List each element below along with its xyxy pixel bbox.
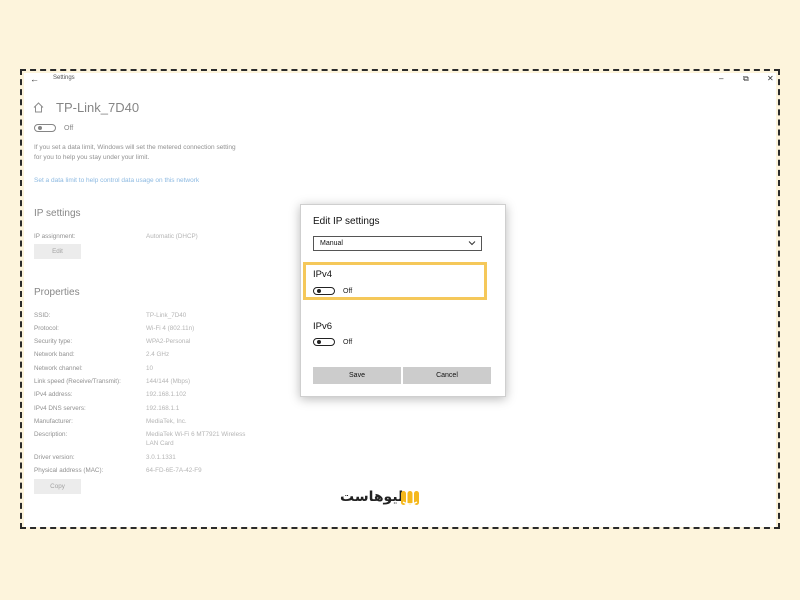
- ip-mode-select[interactable]: Manual: [313, 236, 482, 251]
- prop-label-ipv4-dns: IPv4 DNS servers:: [34, 405, 86, 412]
- save-button[interactable]: Save: [313, 367, 401, 384]
- prop-value-description-line2: LAN Card: [146, 440, 174, 447]
- ip-assignment-label: IP assignment:: [34, 233, 76, 240]
- screenshot-frame: ← Settings – ⧉ ✕ TP-Link_7D40 Off If you…: [20, 69, 780, 529]
- prop-label-security-type: Security type:: [34, 338, 73, 345]
- brand-watermark-text: لیوهاست: [340, 489, 404, 505]
- cancel-button[interactable]: Cancel: [403, 367, 491, 384]
- prop-label-network-channel: Network channel:: [34, 365, 83, 372]
- prop-label-ipv4-address: IPv4 address:: [34, 391, 73, 398]
- toggle-knob: [317, 340, 321, 345]
- chevron-down-icon: [468, 241, 476, 246]
- prop-value-link-speed: 144/144 (Mbps): [146, 378, 191, 385]
- prop-value-driver-version: 3.0.1.1331: [146, 454, 176, 461]
- home-icon[interactable]: [33, 102, 44, 113]
- metered-connection-toggle[interactable]: [34, 124, 56, 132]
- prop-label-manufacturer: Manufacturer:: [34, 418, 73, 425]
- ip-settings-heading: IP settings: [34, 208, 81, 219]
- prop-value-ssid: TP-Link_7D40: [146, 312, 187, 319]
- prop-value-ipv4-address: 192.168.1.102: [146, 391, 187, 398]
- prop-value-manufacturer: MediaTek, Inc.: [146, 418, 187, 425]
- metered-toggle-label: Off: [64, 125, 74, 132]
- ipv4-heading: IPv4: [313, 269, 333, 280]
- prop-label-ssid: SSID:: [34, 312, 51, 319]
- edit-ip-button[interactable]: Edit: [34, 244, 81, 259]
- prop-label-network-band: Network band:: [34, 351, 75, 358]
- ip-mode-selected-value: Manual: [320, 240, 343, 247]
- ipv6-toggle-label: Off: [343, 339, 353, 346]
- toggle-knob: [38, 126, 42, 131]
- properties-heading: Properties: [34, 287, 80, 298]
- ipv4-toggle[interactable]: [313, 287, 335, 295]
- ip-assignment-value: Automatic (DHCP): [146, 233, 198, 240]
- ipv6-heading: IPv6: [313, 321, 333, 332]
- brand-watermark: لیوهاست: [340, 488, 420, 508]
- settings-window: ← Settings – ⧉ ✕ TP-Link_7D40 Off If you…: [24, 73, 776, 527]
- prop-value-protocol: Wi-Fi 4 (802.11n): [146, 325, 195, 332]
- data-limit-link[interactable]: Set a data limit to help control data us…: [34, 177, 199, 184]
- prop-value-security-type: WPA2-Personal: [146, 338, 191, 345]
- edit-ip-settings-dialog: Edit IP settings Manual IPv4 Off IPv6 Of…: [300, 204, 506, 397]
- prop-value-network-band: 2.4 GHz: [146, 351, 170, 358]
- prop-value-ipv4-dns: 192.168.1.1: [146, 405, 180, 412]
- dialog-title: Edit IP settings: [313, 216, 380, 227]
- prop-label-driver-version: Driver version:: [34, 454, 75, 461]
- prop-value-network-channel: 10: [146, 365, 154, 372]
- data-limit-description-line1: If you set a data limit, Windows will se…: [34, 144, 236, 151]
- ipv6-toggle[interactable]: [313, 338, 335, 346]
- prop-value-mac-address: 64-FD-6E-7A-42-F9: [146, 467, 202, 474]
- ipv4-toggle-label: Off: [343, 288, 353, 295]
- copy-properties-button[interactable]: Copy: [34, 479, 81, 494]
- prop-value-description: MediaTek Wi-Fi 6 MT7921 Wireless: [146, 431, 246, 438]
- data-limit-description-line2: for you to help you stay under your limi…: [34, 154, 150, 161]
- brand-logo-icon: [401, 491, 419, 505]
- prop-label-link-speed: Link speed (Receive/Transmit):: [34, 378, 121, 385]
- prop-label-mac-address: Physical address (MAC):: [34, 467, 104, 474]
- prop-label-description: Description:: [34, 431, 68, 438]
- prop-label-protocol: Protocol:: [34, 325, 59, 332]
- toggle-knob: [317, 289, 321, 294]
- network-name: TP-Link_7D40: [56, 100, 140, 115]
